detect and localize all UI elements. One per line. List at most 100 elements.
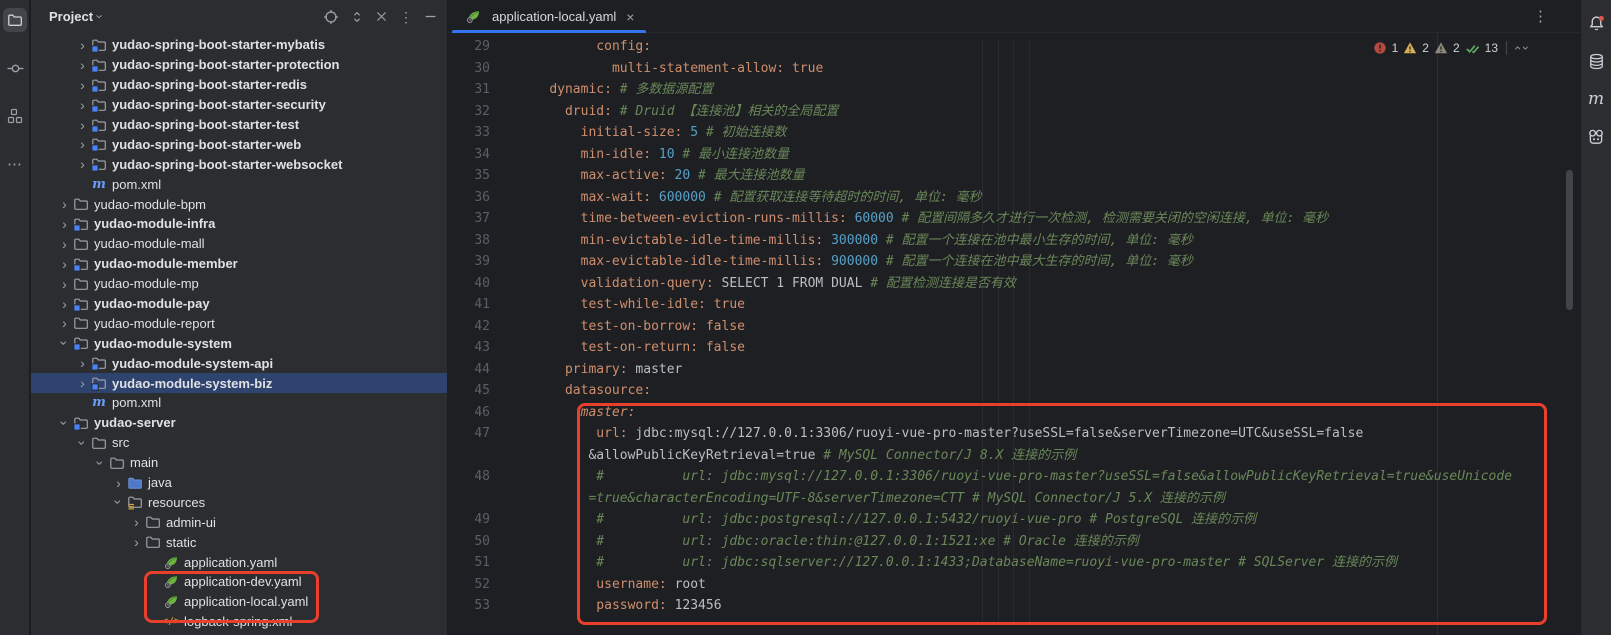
tree-item-yudao-spring-boot-starter-web[interactable]: ›yudao-spring-boot-starter-web — [31, 134, 447, 154]
tree-item-yudao-spring-boot-starter-protection[interactable]: ›yudao-spring-boot-starter-protection — [31, 55, 447, 75]
code-token — [706, 190, 714, 205]
maven-icon: m — [90, 176, 108, 192]
code-token: 5 — [690, 125, 698, 140]
tree-item-pom.xml[interactable]: mpom.xml — [31, 174, 447, 194]
tree-item-src[interactable]: › src — [31, 433, 447, 453]
commit-tool-icon[interactable] — [0, 53, 30, 83]
chevron-expanded-icon[interactable]: › — [76, 435, 90, 450]
tree-item-yudao-module-infra[interactable]: › yudao-module-infra — [31, 214, 447, 234]
chevron-collapsed-icon[interactable]: › — [57, 277, 72, 291]
tree-item-admin-ui[interactable]: ›admin-ui — [31, 512, 447, 532]
tree-item-main[interactable]: ›main — [31, 453, 447, 473]
tree-item-yudao-module-pay[interactable]: ›yudao-module-pay — [31, 294, 447, 314]
tree-item-yudao-spring-boot-starter-redis[interactable]: ›yudao-spring-boot-starter-redis — [31, 75, 447, 95]
tree-item-yudao-server[interactable]: ›yudao-server — [31, 413, 447, 433]
chevron-collapsed-icon[interactable]: › — [111, 476, 126, 490]
collapse-all-icon[interactable] — [375, 10, 388, 23]
code-token: jdbc:mysql://127.0.0.1:3306/ruoyi-vue-pr… — [628, 426, 1364, 441]
folder-icon — [144, 534, 162, 550]
tree-item-yudao-module-system[interactable]: › yudao-module-system — [31, 333, 447, 353]
tree-item-static[interactable]: ›static — [31, 532, 447, 552]
chevron-collapsed-icon[interactable]: › — [75, 137, 90, 151]
chevron-expanded-icon[interactable]: › — [112, 495, 126, 510]
notifications-bell-icon[interactable] — [1581, 4, 1611, 42]
xml-file-icon: </> — [162, 614, 180, 630]
chevron-collapsed-icon[interactable]: › — [129, 515, 144, 529]
tree-item-label: src — [112, 435, 129, 450]
chevron-collapsed-icon[interactable]: › — [75, 118, 90, 132]
tree-item-yudao-module-mall[interactable]: ›yudao-module-mall — [31, 234, 447, 254]
tree-item-label: yudao-module-infra — [94, 216, 215, 231]
tree-item-yudao-spring-boot-starter-websocket[interactable]: ›yudao-spring-boot-starter-websocket — [31, 154, 447, 174]
code-comment: # 多数据源配置 — [620, 82, 714, 97]
editor-area[interactable]: application-local.yaml × ⋮ 1 2 2 13 › › … — [448, 0, 1580, 635]
tree-item-java[interactable]: › java — [31, 473, 447, 493]
tree-item-yudao-module-mp[interactable]: ›yudao-module-mp — [31, 274, 447, 294]
tree-item-yudao-module-system-biz[interactable]: › yudao-module-system-biz — [31, 373, 447, 393]
editor-scrollbar-thumb[interactable] — [1566, 170, 1573, 310]
tree-item-application-local.yaml[interactable]: application-local.yaml — [31, 592, 447, 612]
chevron-collapsed-icon[interactable]: › — [75, 38, 90, 52]
code-token — [612, 82, 620, 97]
code-token: 600000 — [659, 190, 706, 205]
project-panel-title[interactable]: Project — [49, 9, 93, 24]
tree-item-logback-spring.xml[interactable]: </>logback-spring.xml — [31, 612, 447, 632]
code-comment: =true&characterEncoding=UTF-8&serverTime… — [588, 491, 1224, 506]
module-folder-icon — [90, 156, 108, 172]
chevron-expanded-icon[interactable]: › — [94, 455, 108, 470]
hide-panel-icon[interactable] — [424, 10, 437, 23]
tree-item-label: application-dev.yaml — [184, 574, 302, 589]
code-token: root — [667, 577, 706, 592]
chevron-collapsed-icon[interactable]: › — [75, 78, 90, 92]
structure-tool-icon[interactable] — [0, 101, 30, 131]
editor-options-icon[interactable]: ⋮ — [1533, 7, 1548, 25]
code-token — [784, 61, 792, 76]
chevron-collapsed-icon[interactable]: › — [57, 217, 72, 231]
tree-item-yudao-spring-boot-starter-mybatis[interactable]: ›yudao-spring-boot-starter-mybatis — [31, 35, 447, 55]
tree-item-resources[interactable]: ›resources — [31, 492, 447, 512]
code-token — [823, 233, 831, 248]
chevron-expanded-icon[interactable]: › — [58, 415, 72, 430]
chevron-collapsed-icon[interactable]: › — [75, 356, 90, 370]
chevron-expanded-icon[interactable]: › — [58, 336, 72, 351]
code-token: false — [706, 319, 745, 334]
tree-item-label: yudao-module-system — [94, 336, 232, 351]
tree-item-pom.xml[interactable]: mpom.xml — [31, 393, 447, 413]
tree-item-yudao-module-system-api[interactable]: ›yudao-module-system-api — [31, 353, 447, 373]
chevron-collapsed-icon[interactable]: › — [57, 316, 72, 330]
gradle-tool-icon[interactable] — [1581, 118, 1611, 156]
tree-item-application-dev.yaml[interactable]: application-dev.yaml — [31, 572, 447, 592]
tree-item-label: java — [148, 475, 172, 490]
chevron-collapsed-icon[interactable]: › — [129, 535, 144, 549]
project-tool-icon[interactable] — [0, 5, 30, 35]
chevron-collapsed-icon[interactable]: › — [57, 257, 72, 271]
tree-item-yudao-module-bpm[interactable]: ›yudao-module-bpm — [31, 194, 447, 214]
close-tab-icon[interactable]: × — [626, 9, 634, 25]
code-token: true — [714, 297, 745, 312]
locate-file-icon[interactable] — [323, 9, 339, 25]
chevron-collapsed-icon[interactable]: › — [57, 297, 72, 311]
chevron-collapsed-icon[interactable]: › — [75, 157, 90, 171]
maven-tool-icon[interactable]: m — [1581, 80, 1611, 118]
tab-application-local-yaml[interactable]: application-local.yaml × — [452, 0, 646, 33]
tree-item-yudao-module-member[interactable]: ›yudao-module-member — [31, 254, 447, 274]
code-token: test-while-idle: — [581, 297, 706, 312]
tree-item-application.yaml[interactable]: application.yaml — [31, 552, 447, 572]
chevron-collapsed-icon[interactable]: › — [57, 197, 72, 211]
folder-icon — [90, 435, 108, 451]
panel-options-icon[interactable]: ⋮ — [399, 10, 413, 24]
more-tools-icon[interactable]: ⋯ — [0, 149, 30, 179]
tree-item-yudao-spring-boot-starter-test[interactable]: ›yudao-spring-boot-starter-test — [31, 115, 447, 135]
tree-item-yudao-module-report[interactable]: ›yudao-module-report — [31, 313, 447, 333]
chevron-collapsed-icon[interactable]: › — [75, 98, 90, 112]
chevron-collapsed-icon[interactable]: › — [75, 376, 90, 390]
database-tool-icon[interactable] — [1581, 42, 1611, 80]
chevron-collapsed-icon[interactable]: › — [75, 58, 90, 72]
expand-selector-icon[interactable] — [350, 10, 364, 24]
code-token — [651, 147, 659, 162]
tree-item-label: yudao-module-system-biz — [112, 376, 272, 391]
module-folder-icon — [72, 296, 90, 312]
tree-item-yudao-spring-boot-starter-security[interactable]: ›yudao-spring-boot-starter-security — [31, 95, 447, 115]
chevron-collapsed-icon[interactable]: › — [57, 237, 72, 251]
code-line-30: multi-statement-allow: true — [448, 58, 1580, 80]
